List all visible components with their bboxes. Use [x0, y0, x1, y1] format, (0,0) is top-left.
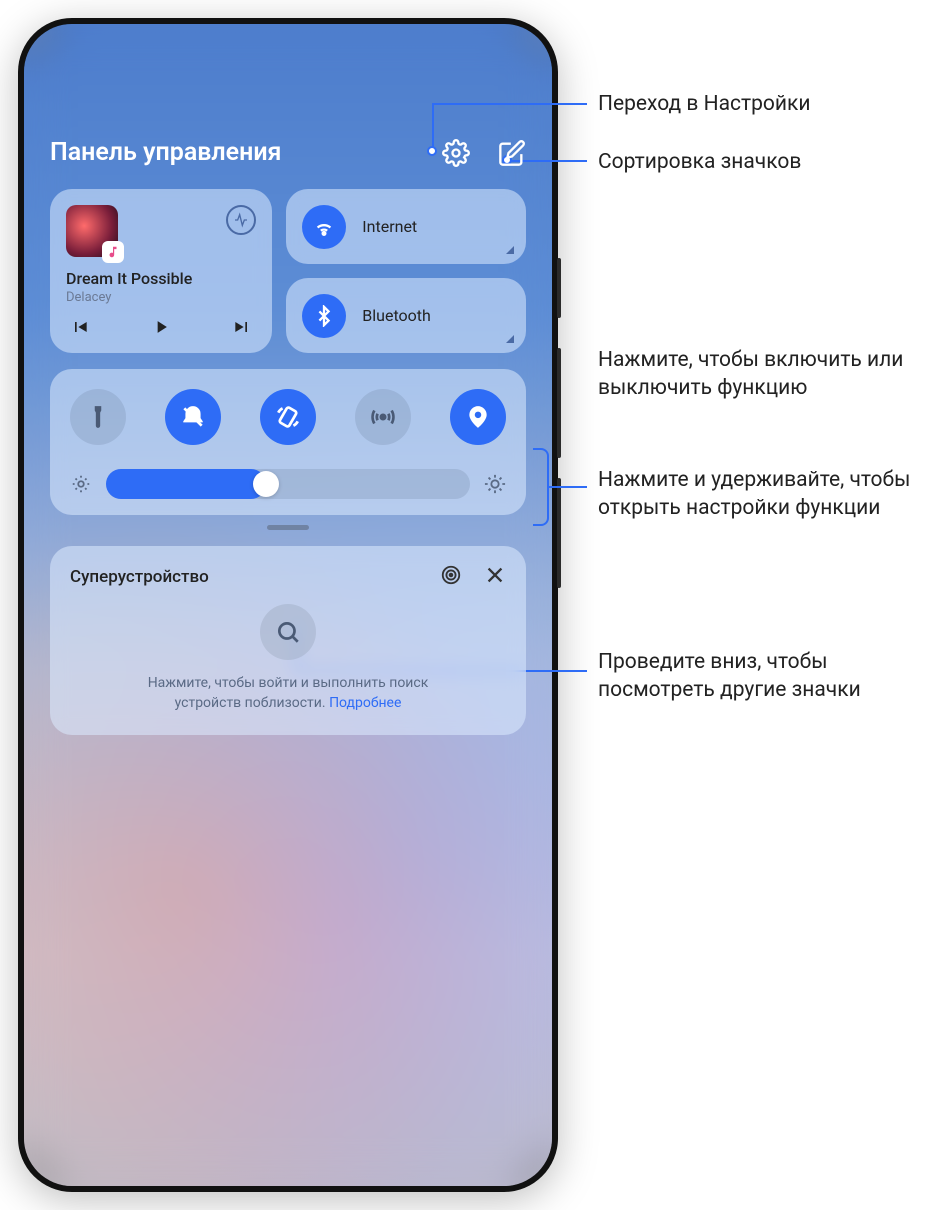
volume-down-button	[557, 478, 561, 588]
control-panel-header: Панель управления	[50, 138, 526, 167]
bluetooth-tile[interactable]: Bluetooth	[286, 278, 526, 353]
music-app-icon	[102, 241, 124, 263]
expand-icon	[506, 335, 514, 343]
hotspot-toggle[interactable]	[355, 389, 411, 445]
edit-icon[interactable]	[498, 139, 526, 167]
next-icon[interactable]	[232, 317, 252, 341]
side-button	[557, 258, 561, 318]
quick-toggles-card	[50, 369, 526, 515]
superdevice-card: Суперустройство Нажмите, чтобы войти и в…	[50, 546, 526, 735]
media-card[interactable]: Dream It Possible Delacey	[50, 189, 272, 353]
track-title: Dream It Possible	[66, 269, 256, 288]
superdevice-title: Суперустройство	[70, 567, 209, 587]
anno-swipe: Проведите вниз, чтобы посмотреть другие …	[598, 648, 898, 705]
wifi-tile[interactable]: Internet	[286, 189, 526, 264]
radar-icon[interactable]	[440, 564, 462, 590]
bluetooth-label: Bluetooth	[362, 306, 431, 325]
flashlight-toggle[interactable]	[70, 389, 126, 445]
track-artist: Delacey	[66, 290, 256, 305]
brightness-low-icon	[70, 473, 92, 495]
search-button[interactable]	[260, 604, 316, 660]
volume-up-button	[557, 348, 561, 458]
album-art	[66, 205, 118, 257]
auto-rotate-toggle[interactable]	[260, 389, 316, 445]
location-toggle[interactable]	[450, 389, 506, 445]
wifi-icon	[302, 205, 346, 249]
play-icon[interactable]	[151, 317, 171, 341]
brightness-high-icon	[484, 473, 506, 495]
page-title: Панель управления	[50, 138, 281, 167]
close-icon[interactable]	[484, 564, 506, 590]
brightness-slider[interactable]	[106, 469, 470, 499]
learn-more-link[interactable]: Подробнее	[329, 695, 401, 711]
screen: Панель управления	[24, 24, 552, 1186]
phone-frame: Панель управления	[18, 18, 558, 1192]
anno-tap: Нажмите, чтобы включить или выключить фу…	[598, 346, 908, 403]
anno-settings: Переход в Настройки	[598, 90, 810, 118]
gear-icon[interactable]	[442, 139, 470, 167]
wifi-label: Internet	[362, 217, 417, 236]
drag-handle[interactable]	[267, 525, 309, 530]
anno-hold: Нажмите и удерживайте, чтобы открыть нас…	[598, 466, 918, 523]
superdevice-hint: Нажмите, чтобы войти и выполнить поиск у…	[70, 674, 506, 713]
brightness-slider-row	[70, 469, 506, 499]
anno-sort: Сортировка значков	[598, 148, 801, 176]
audio-output-icon[interactable]	[226, 205, 256, 235]
mute-toggle[interactable]	[165, 389, 221, 445]
prev-icon[interactable]	[70, 317, 90, 341]
expand-icon	[506, 246, 514, 254]
bluetooth-icon	[302, 294, 346, 338]
